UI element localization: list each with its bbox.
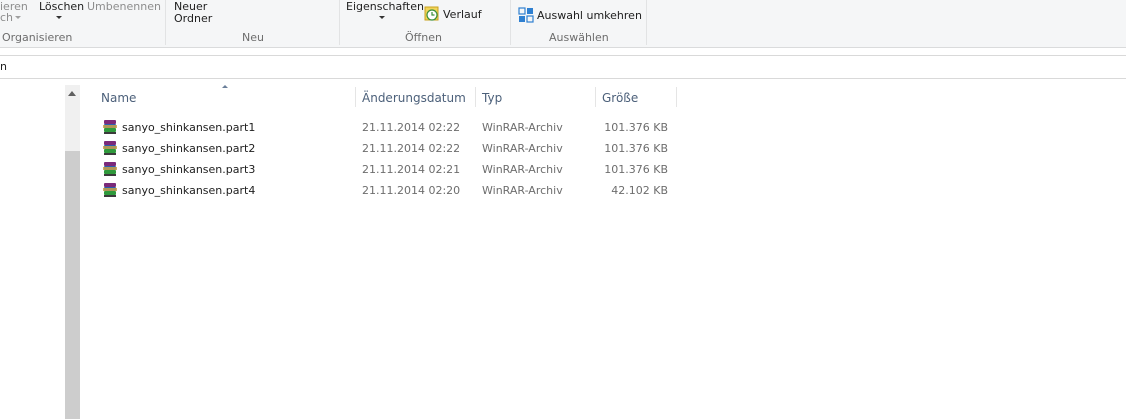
file-date: 21.11.2014 02:22 [362, 142, 461, 155]
file-date: 21.11.2014 02:21 [362, 163, 461, 176]
invert-selection-icon [518, 7, 534, 23]
list-item[interactable]: sanyo_shinkansen.part2 21.11.2014 02:22 … [95, 138, 677, 159]
list-item[interactable]: sanyo_shinkansen.part1 21.11.2014 02:22 … [95, 117, 677, 138]
group-separator [510, 0, 511, 45]
scroll-up-arrow-icon[interactable] [68, 91, 76, 96]
group-label-open: Öffnen [405, 31, 442, 44]
file-date: 21.11.2014 02:20 [362, 184, 461, 197]
column-divider[interactable] [676, 87, 677, 107]
group-separator [646, 0, 647, 45]
group-label-new: Neu [242, 31, 264, 44]
file-date: 21.11.2014 02:22 [362, 121, 461, 134]
rename-button[interactable]: Umbenennen [87, 0, 161, 13]
address-bar[interactable]: n [0, 55, 1126, 79]
group-separator [165, 0, 166, 45]
navigation-scrollbar[interactable] [65, 85, 80, 419]
file-list: sanyo_shinkansen.part1 21.11.2014 02:22 … [95, 117, 677, 201]
ribbon: ieren ch Löschen Umbenennen Organisieren… [0, 0, 1126, 48]
column-header-row: Name Änderungsdatum Typ Größe [95, 84, 677, 110]
file-size: 101.376 KB [604, 163, 668, 176]
winrar-archive-icon [103, 183, 117, 197]
winrar-archive-icon [103, 120, 117, 134]
file-name: sanyo_shinkansen.part4 [122, 184, 256, 197]
file-type: WinRAR-Archiv [482, 142, 563, 155]
address-text: n [0, 60, 7, 73]
winrar-archive-icon [103, 162, 117, 176]
file-type: WinRAR-Archiv [482, 184, 563, 197]
group-label-select: Auswählen [549, 31, 609, 44]
file-type: WinRAR-Archiv [482, 121, 563, 134]
list-item[interactable]: sanyo_shinkansen.part3 21.11.2014 02:21 … [95, 159, 677, 180]
column-header-type[interactable]: Typ [476, 84, 595, 110]
group-label-organize: Organisieren [2, 31, 73, 44]
copy-path-button-partial-line2[interactable]: ch [0, 11, 13, 24]
properties-button[interactable]: Eigenschaften [346, 0, 424, 13]
file-name: sanyo_shinkansen.part1 [122, 121, 256, 134]
file-name: sanyo_shinkansen.part2 [122, 142, 256, 155]
file-type: WinRAR-Archiv [482, 163, 563, 176]
file-name: sanyo_shinkansen.part3 [122, 163, 256, 176]
list-item[interactable]: sanyo_shinkansen.part4 21.11.2014 02:20 … [95, 180, 677, 201]
column-header-date[interactable]: Änderungsdatum [356, 84, 476, 110]
group-separator [339, 0, 340, 45]
column-header-name[interactable]: Name [95, 84, 355, 110]
winrar-archive-icon [103, 141, 117, 155]
invert-selection-button[interactable]: Auswahl umkehren [518, 7, 642, 23]
file-size: 42.102 KB [611, 184, 668, 197]
invert-selection-label: Auswahl umkehren [537, 8, 642, 22]
history-label: Verlauf [443, 7, 482, 21]
history-button[interactable]: Verlauf [424, 6, 482, 22]
scrollbar-thumb[interactable] [65, 151, 80, 419]
chevron-down-icon [15, 16, 21, 19]
file-size: 101.376 KB [604, 142, 668, 155]
column-header-size[interactable]: Größe [596, 84, 676, 110]
history-icon [424, 6, 439, 21]
delete-button[interactable]: Löschen [39, 0, 84, 13]
chevron-down-icon [379, 16, 385, 19]
file-size: 101.376 KB [604, 121, 668, 134]
new-folder-button-line2[interactable]: Ordner [174, 12, 212, 25]
chevron-down-icon [56, 16, 62, 19]
